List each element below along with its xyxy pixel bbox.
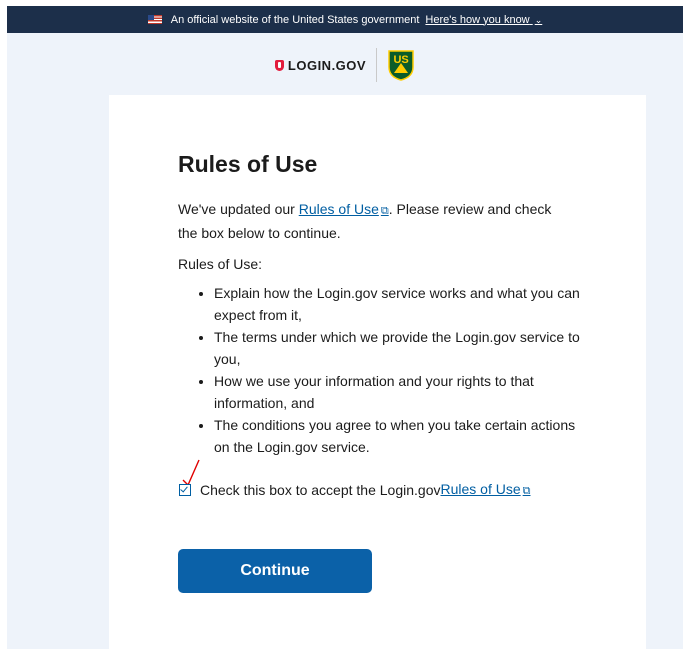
login-gov-logo: LOGIN.GOV [274, 57, 367, 73]
checkbox-rules-link-label: Rules of Use [440, 481, 521, 497]
accept-checkbox-row: Check this box to accept the Login.gov R… [179, 481, 531, 498]
rules-list: Explain how the Login.gov service works … [178, 282, 588, 458]
us-flag-icon [147, 15, 162, 24]
heres-how-you-know-link[interactable]: Here's how you know ⌄ [425, 14, 542, 26]
rule-item: Explain how the Login.gov service works … [214, 282, 588, 326]
external-link-icon: ⧉ [522, 485, 531, 497]
chevron-down-icon: ⌄ [534, 14, 543, 25]
rules-label: Rules of Use: [178, 256, 263, 272]
page-background: An official website of the United States… [7, 6, 683, 655]
intro-text: We've updated our Rules of Use ⧉. Please … [178, 198, 573, 244]
rule-item: The conditions you agree to when you tak… [214, 414, 588, 458]
rule-item: How we use your information and your rig… [214, 370, 588, 414]
heres-how-you-know-label: Here's how you know [425, 13, 530, 26]
rules-card: Rules of Use We've updated our Rules of … [109, 95, 646, 655]
continue-button[interactable]: Continue [178, 549, 372, 593]
login-gov-logo-text: LOGIN.GOV [287, 57, 367, 73]
gov-banner: An official website of the United States… [7, 6, 683, 33]
accept-rules-checkbox[interactable] [179, 483, 191, 496]
rules-of-use-link[interactable]: Rules of Use ⧉ [299, 201, 389, 217]
rule-item: The terms under which we provide the Log… [214, 326, 588, 370]
header-logos: LOGIN.GOV US [7, 33, 683, 97]
gov-banner-text: An official website of the United States… [170, 13, 420, 26]
checkbox-rules-of-use-link[interactable]: Rules of Use ⧉ [440, 481, 530, 498]
page-title: Rules of Use [178, 151, 318, 177]
checkbox-label: Check this box to accept the Login.gov [200, 481, 441, 498]
intro-text-before: We've updated our [178, 201, 299, 217]
external-link-icon: ⧉ [380, 205, 389, 217]
forest-service-logo-text: US [393, 54, 409, 66]
logo-divider [376, 48, 378, 82]
forest-service-logo: US [387, 49, 415, 81]
shield-icon [274, 59, 284, 71]
rules-of-use-link-label: Rules of Use [298, 201, 379, 217]
